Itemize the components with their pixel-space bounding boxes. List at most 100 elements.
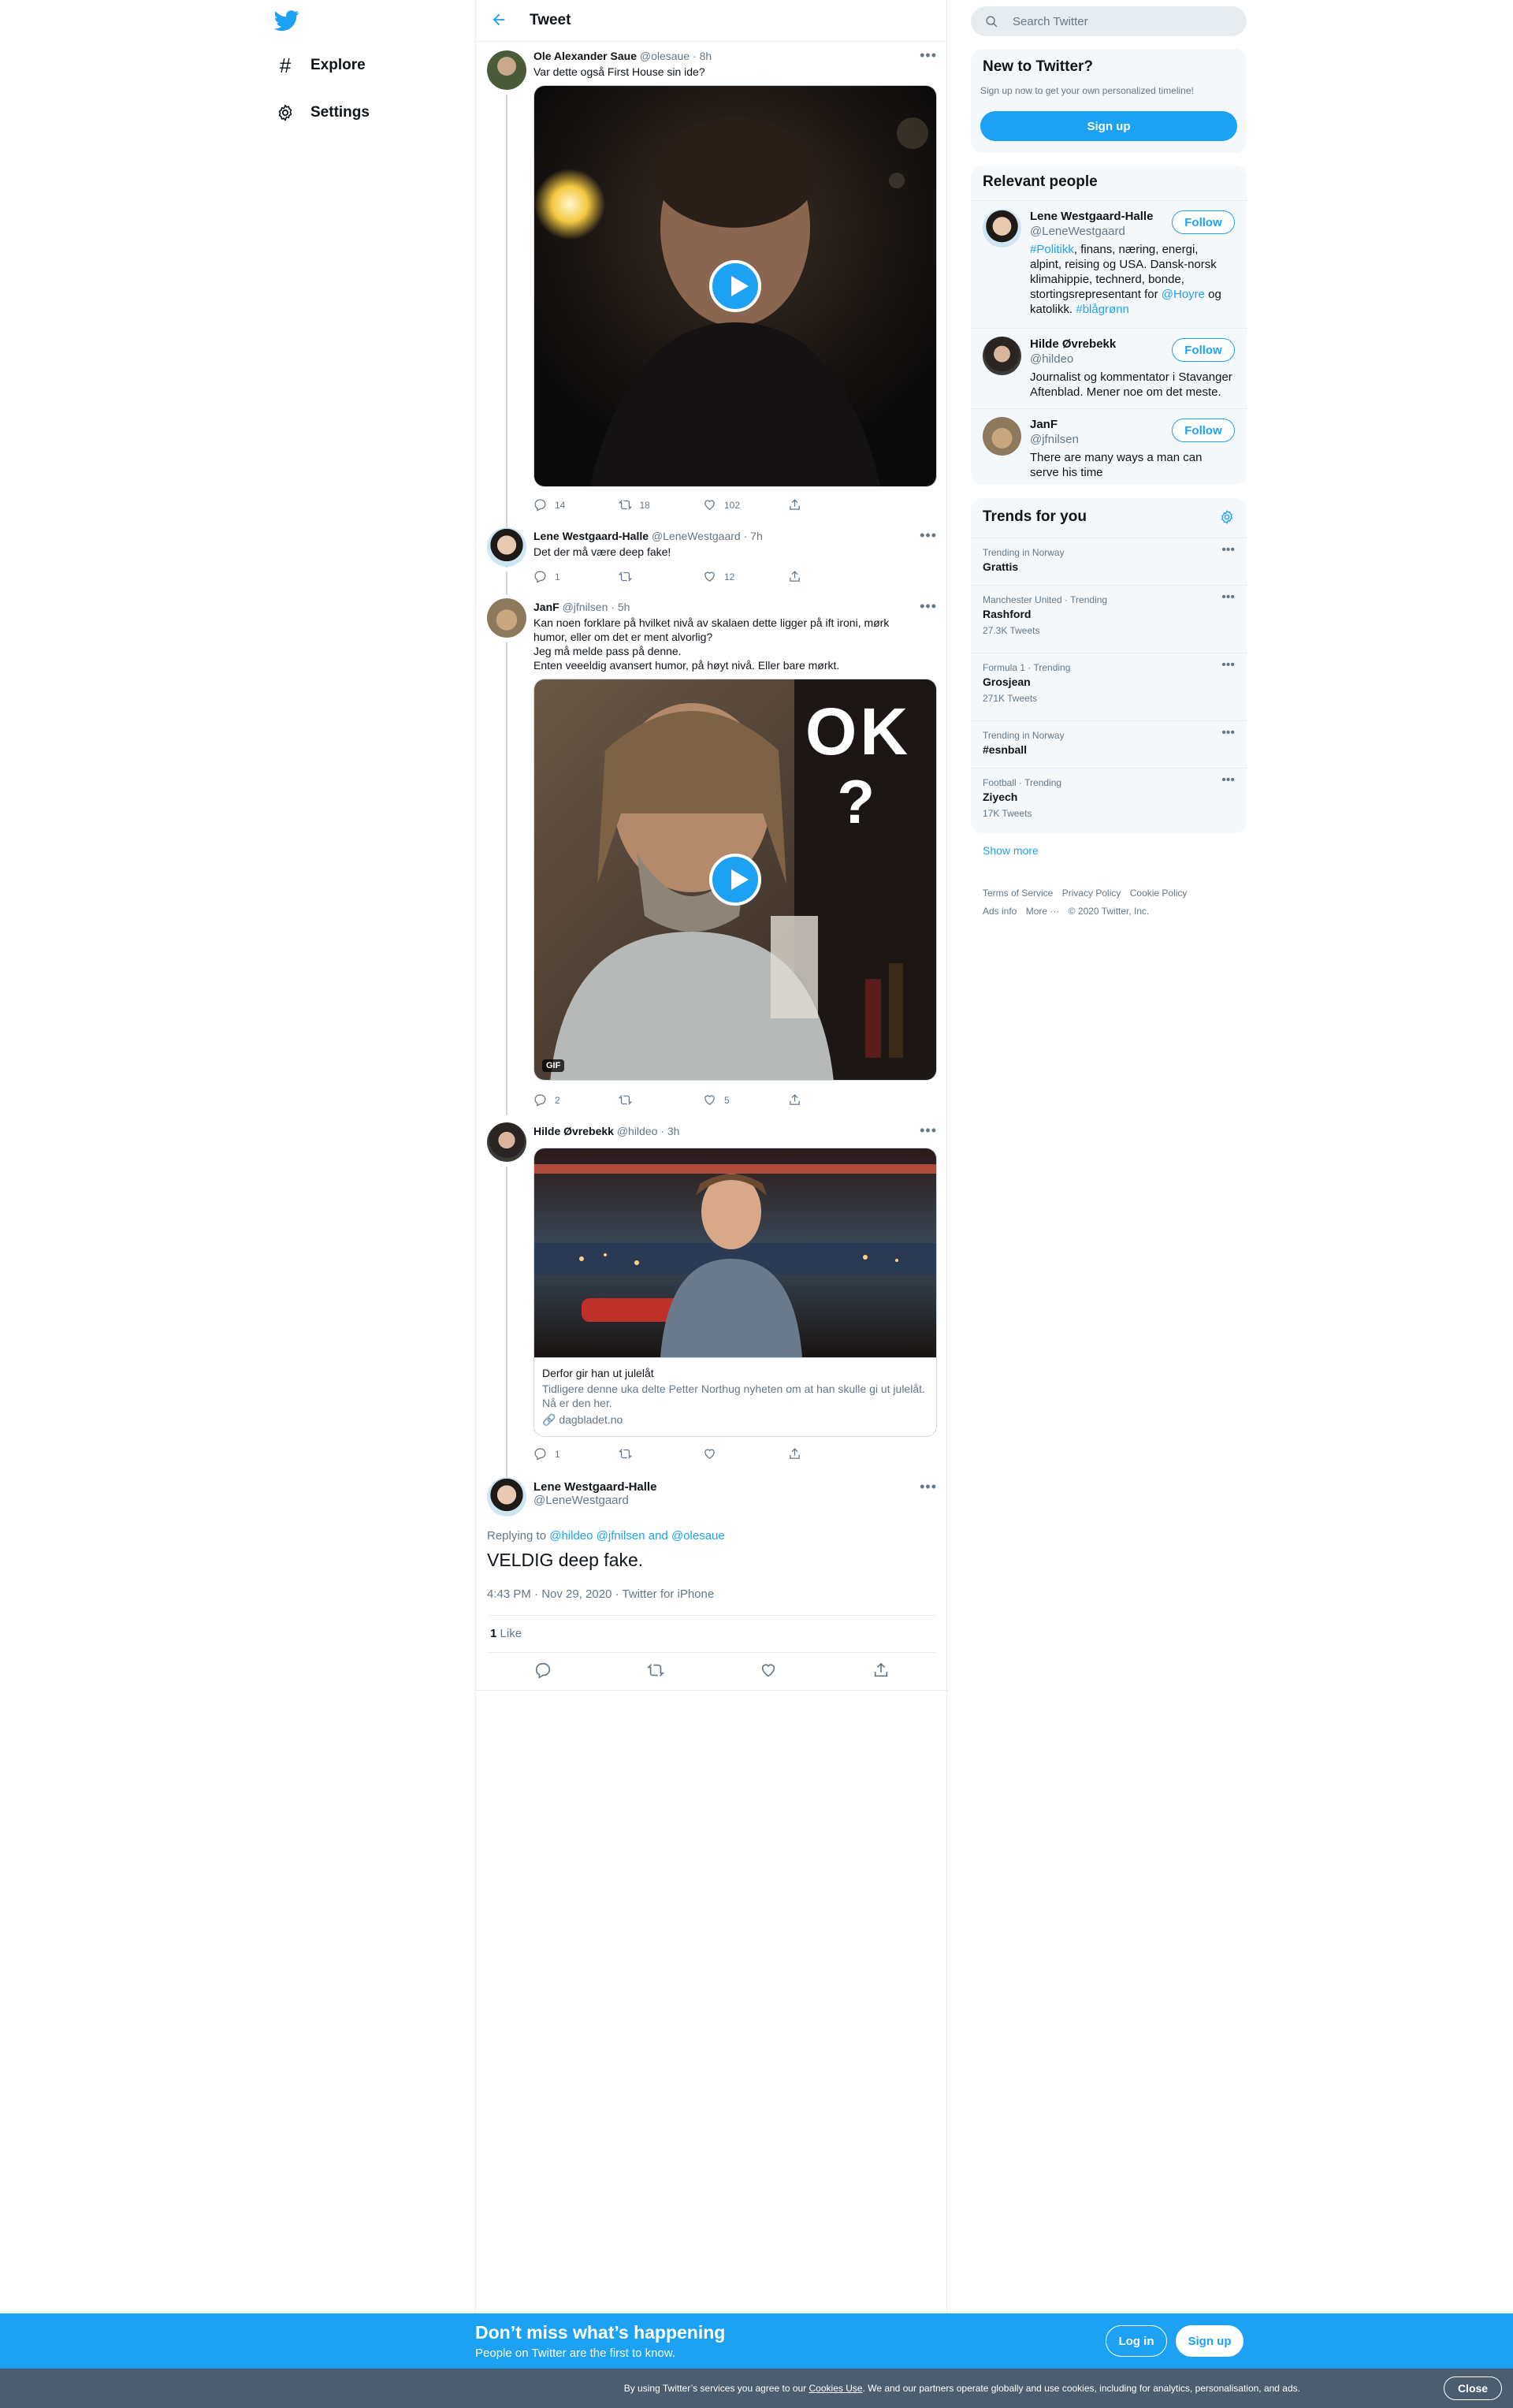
retweet-button[interactable] bbox=[618, 1447, 704, 1461]
search-input[interactable]: Search Twitter bbox=[971, 6, 1247, 36]
replying-and[interactable]: and bbox=[649, 1529, 668, 1543]
mention-link[interactable]: @olesaue bbox=[671, 1529, 725, 1543]
more-options-icon[interactable]: ••• bbox=[920, 598, 937, 615]
cookies-use-link[interactable]: Cookies Use bbox=[809, 2383, 863, 2394]
mention-link[interactable]: @Hoyre bbox=[1162, 288, 1205, 301]
log-in-button[interactable]: Log in bbox=[1106, 2325, 1167, 2357]
more-options-icon[interactable]: ••• bbox=[1221, 726, 1235, 740]
person-card[interactable]: Lene Westgaard-Halle @LeneWestgaard #Pol… bbox=[971, 200, 1247, 326]
tweet-timestamp[interactable]: 4:43 PM · Nov 29, 2020 · Twitter for iPh… bbox=[487, 1587, 714, 1601]
more-options-icon[interactable]: ••• bbox=[920, 47, 937, 64]
banner-sign-up-button[interactable]: Sign up bbox=[1176, 2325, 1243, 2357]
tweet-time[interactable]: · 7h bbox=[744, 530, 763, 542]
trend-item[interactable]: Formula 1 · Trending Grosjean 271K Tweet… bbox=[971, 653, 1247, 720]
hashtag-link[interactable]: #Politikk bbox=[1030, 243, 1074, 256]
share-button[interactable] bbox=[788, 1447, 873, 1461]
share-button[interactable] bbox=[788, 570, 873, 583]
tweet-jfnilsen[interactable]: JanF @jfnilsen · 5h ••• Kan noen forklar… bbox=[476, 595, 948, 1115]
hashtag-link[interactable]: #blågrønn bbox=[1076, 303, 1129, 316]
cookie-text: By using Twitter’s services you agree to… bbox=[0, 2383, 1300, 2394]
tweet-hildeo[interactable]: Hilde Øvrebekk @hildeo · 3h ••• Derfor g… bbox=[476, 1119, 948, 1513]
retweet-button[interactable] bbox=[618, 1093, 704, 1107]
tweet-time[interactable]: · 8h bbox=[693, 50, 712, 62]
author-name[interactable]: JanF bbox=[533, 601, 559, 613]
video-thumbnail[interactable] bbox=[533, 85, 937, 487]
mention-link[interactable]: @hildeo bbox=[549, 1529, 593, 1543]
trend-item[interactable]: Football · Trending Ziyech 17K Tweets ••… bbox=[971, 768, 1247, 836]
avatar[interactable] bbox=[487, 598, 526, 638]
tweet-time[interactable]: · 5h bbox=[611, 601, 630, 613]
mention-link[interactable]: @jfnilsen bbox=[597, 1529, 645, 1543]
twitter-logo-icon[interactable] bbox=[273, 8, 299, 33]
author-name[interactable]: Hilde Øvrebekk bbox=[533, 1125, 614, 1137]
avatar[interactable] bbox=[487, 527, 526, 567]
trend-item[interactable]: Trending in Norway #esnball ••• bbox=[971, 720, 1247, 768]
author-handle[interactable]: @hildeo bbox=[617, 1125, 658, 1137]
avatar[interactable] bbox=[487, 50, 526, 90]
more-options-icon[interactable]: ••• bbox=[920, 527, 937, 544]
retweet-button[interactable]: 18 bbox=[618, 498, 704, 512]
trend-context: Trending in Norway bbox=[983, 547, 1065, 558]
follow-button[interactable]: Follow bbox=[1172, 210, 1235, 234]
nav-explore[interactable]: # Explore bbox=[274, 46, 366, 85]
more-options-icon[interactable]: ••• bbox=[1221, 658, 1235, 672]
like-button[interactable]: 102 bbox=[703, 498, 788, 512]
tweet-olesaue[interactable]: Ole Alexander Saue @olesaue · 8h ••• Var… bbox=[476, 47, 948, 568]
retweet-button[interactable] bbox=[618, 570, 704, 583]
more-options-icon[interactable]: ••• bbox=[920, 1122, 937, 1139]
more-options-icon[interactable]: ••• bbox=[1221, 773, 1235, 787]
ads-info-link[interactable]: Ads info bbox=[983, 906, 1017, 917]
author-handle[interactable]: @LeneWestgaard bbox=[533, 1494, 937, 1507]
author-name[interactable]: Ole Alexander Saue bbox=[533, 50, 637, 62]
privacy-link[interactable]: Privacy Policy bbox=[1062, 888, 1121, 899]
more-options-icon[interactable]: ••• bbox=[1221, 590, 1235, 605]
avatar[interactable] bbox=[983, 337, 1021, 375]
reply-button[interactable]: 2 bbox=[533, 1093, 619, 1107]
follow-button[interactable]: Follow bbox=[1172, 419, 1235, 442]
terms-link[interactable]: Terms of Service bbox=[983, 888, 1053, 899]
share-icon[interactable] bbox=[872, 1662, 890, 1679]
retweet-icon[interactable] bbox=[647, 1662, 665, 1679]
back-arrow-icon[interactable] bbox=[490, 11, 509, 30]
follow-button[interactable]: Follow bbox=[1172, 338, 1235, 362]
sign-up-button[interactable]: Sign up bbox=[980, 111, 1237, 141]
author-name[interactable]: Lene Westgaard-Halle bbox=[533, 1480, 937, 1494]
reply-icon[interactable] bbox=[534, 1662, 552, 1679]
author-name[interactable]: Lene Westgaard-Halle bbox=[533, 530, 649, 542]
reply-button[interactable]: 1 bbox=[533, 1447, 619, 1461]
author-handle[interactable]: @olesaue bbox=[640, 50, 690, 62]
avatar[interactable] bbox=[487, 1477, 526, 1517]
tweet-lenewestgaard-reply[interactable]: Lene Westgaard-Halle @LeneWestgaard · 7h… bbox=[476, 524, 948, 595]
share-button[interactable] bbox=[788, 498, 873, 512]
trend-item[interactable]: Trending in Norway Grattis ••• bbox=[971, 538, 1247, 585]
nav-settings[interactable]: Settings bbox=[274, 93, 370, 132]
show-more-link[interactable]: Show more bbox=[983, 844, 1039, 857]
trend-item[interactable]: Manchester United · Trending Rashford 27… bbox=[971, 585, 1247, 653]
person-card[interactable]: JanF @jfnilsen There are many ways a man… bbox=[971, 408, 1247, 485]
share-button[interactable] bbox=[788, 1093, 873, 1107]
like-button[interactable] bbox=[703, 1447, 788, 1461]
tweet-time[interactable]: · 3h bbox=[660, 1125, 679, 1137]
gif-thumbnail[interactable]: OK ? GIF bbox=[533, 679, 937, 1081]
avatar[interactable] bbox=[983, 417, 1021, 456]
cookie-policy-link[interactable]: Cookie Policy bbox=[1130, 888, 1188, 899]
more-options-icon[interactable]: ••• bbox=[920, 1479, 937, 1495]
link-card[interactable]: Derfor gir han ut julelåt Tidligere denn… bbox=[533, 1148, 937, 1437]
heart-icon[interactable] bbox=[760, 1662, 777, 1679]
avatar[interactable] bbox=[983, 209, 1021, 247]
person-card[interactable]: Hilde Øvrebekk @hildeo Journalist og kom… bbox=[971, 328, 1247, 407]
avatar[interactable] bbox=[487, 1122, 526, 1162]
more-options-icon[interactable]: ••• bbox=[1221, 543, 1235, 557]
like-summary[interactable]: 1 Like bbox=[490, 1627, 522, 1640]
more-link[interactable]: More ··· bbox=[1026, 906, 1060, 917]
like-button[interactable]: 12 bbox=[703, 570, 788, 583]
author-handle[interactable]: @LeneWestgaard bbox=[652, 530, 741, 542]
play-icon[interactable] bbox=[709, 260, 761, 312]
settings-gear-icon[interactable] bbox=[1219, 509, 1235, 529]
reply-button[interactable]: 1 bbox=[533, 570, 619, 583]
like-button[interactable]: 5 bbox=[703, 1093, 788, 1107]
author-handle[interactable]: @jfnilsen bbox=[563, 601, 608, 613]
play-icon[interactable] bbox=[709, 854, 761, 906]
close-button[interactable]: Close bbox=[1444, 2376, 1502, 2400]
reply-button[interactable]: 14 bbox=[533, 498, 619, 512]
